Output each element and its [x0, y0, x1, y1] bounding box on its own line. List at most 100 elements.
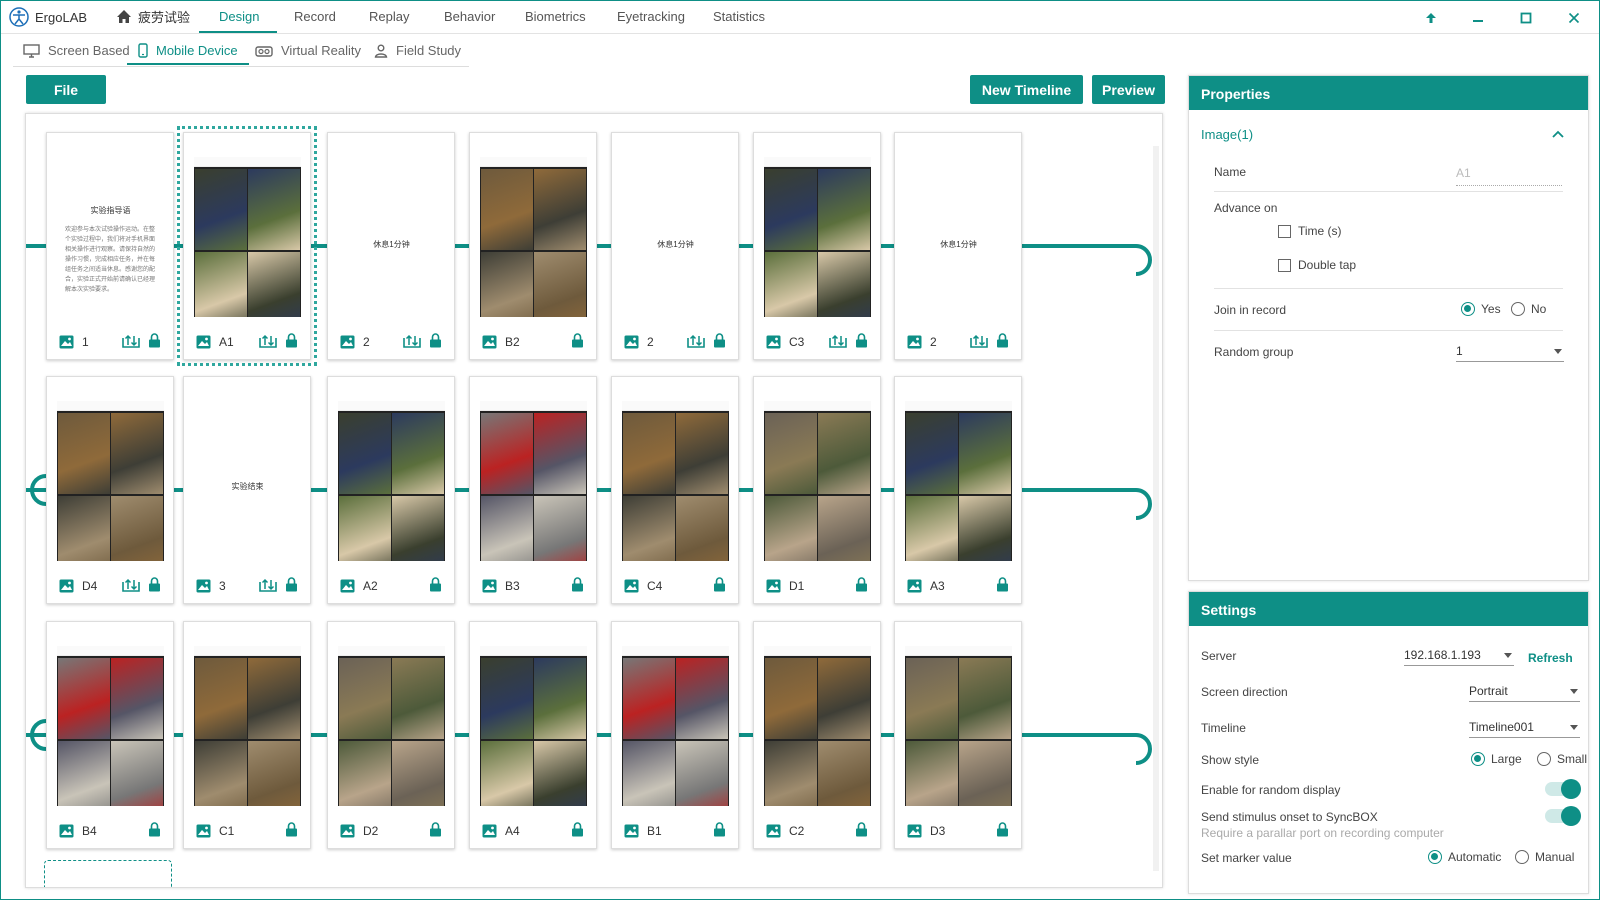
chevron-up-icon[interactable] — [1552, 130, 1564, 138]
reorder-icon[interactable] — [970, 333, 988, 348]
nav-tab-behavior[interactable]: Behavior — [444, 9, 495, 24]
refresh-link[interactable]: Refresh — [1528, 651, 1573, 665]
lock-icon[interactable] — [285, 577, 298, 592]
slide-card[interactable]: A3 — [894, 376, 1022, 604]
lock-icon[interactable] — [855, 822, 868, 837]
phone-bottom-bar — [905, 806, 1012, 818]
minimize-icon[interactable] — [1468, 8, 1488, 28]
automatic-radio[interactable]: Automatic — [1428, 850, 1501, 864]
nav-tab-replay[interactable]: Replay — [369, 9, 409, 24]
reorder-icon[interactable] — [403, 333, 421, 348]
project-title[interactable]: 疲劳试验 — [116, 7, 190, 26]
file-button[interactable]: File — [26, 75, 106, 104]
server-dropdown[interactable]: 192.168.1.193 — [1404, 646, 1514, 666]
lock-icon[interactable] — [855, 333, 868, 348]
reorder-icon[interactable] — [259, 333, 277, 348]
slide-card[interactable]: B4 — [46, 621, 174, 849]
large-radio[interactable]: Large — [1471, 752, 1522, 766]
card-actions — [148, 822, 161, 837]
lock-icon[interactable] — [429, 577, 442, 592]
random-display-toggle[interactable] — [1545, 779, 1581, 799]
time-checkbox[interactable]: Time (s) — [1278, 224, 1342, 238]
lock-icon[interactable] — [713, 333, 726, 348]
nav-tab-biometrics[interactable]: Biometrics — [525, 9, 586, 24]
card-label: A3 — [930, 579, 945, 593]
slide-thumbnail — [194, 143, 301, 329]
phone-status-bar — [905, 632, 1012, 646]
lock-icon[interactable] — [285, 333, 298, 348]
lock-icon[interactable] — [148, 333, 161, 348]
timeline-dropdown[interactable]: Timeline001 — [1469, 718, 1580, 738]
slide-card[interactable]: A4 — [469, 621, 597, 849]
slide-card[interactable]: B3 — [469, 376, 597, 604]
random-group-dropdown[interactable]: 1 — [1456, 342, 1564, 362]
slide-card[interactable]: A1 — [177, 126, 317, 366]
lock-icon[interactable] — [713, 577, 726, 592]
slide-card[interactable]: 实验结束 3 — [183, 376, 311, 604]
reorder-icon[interactable] — [687, 333, 705, 348]
preview-button[interactable]: Preview — [1092, 75, 1165, 104]
nav-tab-record[interactable]: Record — [294, 9, 336, 24]
slide-card[interactable]: D4 — [46, 376, 174, 604]
nav-tab-statistics[interactable]: Statistics — [713, 9, 765, 24]
reorder-icon[interactable] — [259, 577, 277, 592]
slide-card[interactable]: D2 — [327, 621, 455, 849]
slide-card[interactable]: A2 — [327, 376, 455, 604]
new-timeline-button[interactable]: New Timeline — [970, 75, 1083, 104]
lock-icon[interactable] — [571, 822, 584, 837]
slide-card[interactable]: C4 — [611, 376, 739, 604]
subtab-virtual-reality[interactable]: Virtual Reality — [255, 43, 361, 58]
join-yes-radio[interactable]: Yes — [1461, 302, 1501, 316]
lock-icon[interactable] — [996, 577, 1009, 592]
image-section-title[interactable]: Image(1) — [1201, 127, 1253, 142]
upload-icon[interactable] — [1421, 8, 1441, 28]
slide-card[interactable]: 实验指导语 欢迎参与本次试验操作运动。在整个实验过程中，我们将对手机界面相关操作进… — [46, 132, 174, 360]
phone-tab-bar — [480, 646, 587, 656]
lock-icon[interactable] — [148, 822, 161, 837]
phone-icon — [138, 43, 148, 58]
manual-radio[interactable]: Manual — [1515, 850, 1574, 864]
small-radio[interactable]: Small — [1537, 752, 1587, 766]
properties-panel: Properties Image(1) Name A1 Advance on T… — [1188, 75, 1589, 581]
slide-card[interactable]: C2 — [753, 621, 881, 849]
subtab-field-study[interactable]: Field Study — [374, 43, 461, 58]
close-icon[interactable] — [1564, 8, 1584, 28]
slide-card[interactable]: D1 — [753, 376, 881, 604]
name-field[interactable]: A1 — [1456, 166, 1562, 186]
slide-card[interactable]: C1 — [183, 621, 311, 849]
screen-direction-dropdown[interactable]: Portrait — [1469, 682, 1580, 702]
nav-tab-design[interactable]: Design — [219, 9, 259, 24]
syncbox-toggle[interactable] — [1545, 806, 1581, 826]
slide-card[interactable]: 休息1分钟 2 — [894, 132, 1022, 360]
lock-icon[interactable] — [996, 333, 1009, 348]
slide-card[interactable]: 休息1分钟 2 — [611, 132, 739, 360]
lock-icon[interactable] — [571, 577, 584, 592]
lock-icon[interactable] — [713, 822, 726, 837]
phone-bottom-bar — [764, 561, 871, 573]
nav-tab-eyetracking[interactable]: Eyetracking — [617, 9, 685, 24]
app-window: ErgoLAB 疲劳试验 Design Record Replay Behavi… — [0, 0, 1600, 900]
lock-icon[interactable] — [571, 333, 584, 348]
lock-icon[interactable] — [429, 822, 442, 837]
slide-card[interactable]: 休息1分钟 2 — [327, 132, 455, 360]
lock-icon[interactable] — [855, 577, 868, 592]
slide-card[interactable]: C3 — [753, 132, 881, 360]
maximize-icon[interactable] — [1516, 8, 1536, 28]
join-no-radio[interactable]: No — [1511, 302, 1546, 316]
reorder-icon[interactable] — [122, 577, 140, 592]
slide-card[interactable]: D3 — [894, 621, 1022, 849]
reorder-icon[interactable] — [122, 333, 140, 348]
double-tap-checkbox[interactable]: Double tap — [1278, 258, 1356, 272]
reorder-icon[interactable] — [829, 333, 847, 348]
slide-card[interactable]: B1 — [611, 621, 739, 849]
subtab-mobile-device[interactable]: Mobile Device — [138, 43, 238, 58]
lock-icon[interactable] — [148, 577, 161, 592]
add-slide-placeholder[interactable] — [44, 860, 172, 887]
video-tile — [195, 169, 247, 250]
slide-card[interactable]: B2 — [469, 132, 597, 360]
lock-icon[interactable] — [996, 822, 1009, 837]
subtab-screen-based[interactable]: Screen Based — [23, 43, 130, 58]
lock-icon[interactable] — [429, 333, 442, 348]
lock-icon[interactable] — [285, 822, 298, 837]
canvas-scrollbar[interactable] — [1153, 146, 1159, 871]
